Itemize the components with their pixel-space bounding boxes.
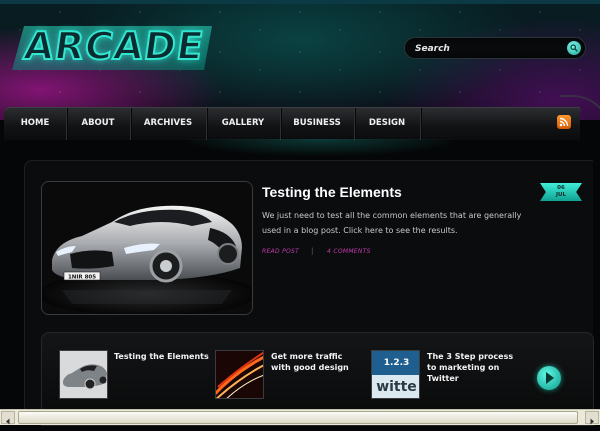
search-icon bbox=[570, 44, 578, 52]
date-day: 06 bbox=[557, 185, 565, 191]
light-trails-image bbox=[216, 351, 263, 398]
logo-text: ARCADE bbox=[20, 23, 208, 69]
comments-link[interactable]: 4 COMMENTS bbox=[327, 248, 371, 255]
scroll-right-icon bbox=[590, 418, 594, 425]
twitter-thumb-word: witte bbox=[372, 375, 419, 398]
date-badge: 06 JUL bbox=[540, 183, 582, 201]
read-post-link[interactable]: READ POST bbox=[262, 248, 299, 255]
search-button[interactable] bbox=[567, 41, 581, 55]
search-box bbox=[404, 37, 586, 59]
top-rule bbox=[0, 0, 600, 4]
rss-button[interactable] bbox=[557, 115, 571, 129]
slider-item-title[interactable]: Get more traffic with good design bbox=[271, 351, 363, 373]
rss-icon bbox=[559, 117, 569, 127]
date-month: JUL bbox=[555, 192, 567, 198]
nav-item-archives[interactable]: ARCHIVES bbox=[130, 108, 207, 140]
slider-item-title[interactable]: The 3 Step process to marketing on Twitt… bbox=[427, 351, 525, 384]
arrow-right-icon bbox=[546, 372, 554, 384]
scroll-left-icon bbox=[6, 418, 10, 425]
post-excerpt: We just need to test all the common elem… bbox=[262, 211, 522, 235]
search-input[interactable] bbox=[413, 40, 567, 58]
twitter-thumb-number: 1.2.3 bbox=[372, 351, 419, 375]
slider-thumb-car[interactable] bbox=[59, 350, 108, 399]
nav-item-business[interactable]: BUSINESS bbox=[280, 108, 355, 140]
slider-item-title[interactable]: Testing the Elements bbox=[114, 351, 209, 362]
meta-separator: | bbox=[311, 247, 314, 255]
scroll-left-button[interactable] bbox=[1, 411, 15, 425]
site-logo[interactable]: ARCADE bbox=[8, 18, 218, 78]
car-thumb-image bbox=[60, 351, 107, 398]
slider-next-button[interactable] bbox=[537, 366, 561, 390]
nav-item-design[interactable]: DESIGN bbox=[354, 108, 421, 140]
license-plate-text: 1NIR 805 bbox=[68, 275, 96, 281]
featured-image[interactable]: 1NIR 805 bbox=[41, 181, 253, 315]
post-title[interactable]: Testing the Elements bbox=[262, 184, 402, 200]
slider-thumb-traffic[interactable] bbox=[215, 350, 264, 399]
main-nav: HOME ABOUT ARCHIVES GALLERY BUSINESS DES… bbox=[4, 107, 580, 140]
car-image: 1NIR 805 bbox=[42, 182, 252, 314]
horizontal-scrollbar[interactable] bbox=[0, 409, 600, 425]
slider-thumb-twitter[interactable]: 1.2.3 witte bbox=[371, 350, 420, 399]
nav-item-home[interactable]: HOME bbox=[4, 108, 67, 140]
scrollbar-thumb[interactable] bbox=[18, 411, 578, 424]
scroll-right-button[interactable] bbox=[585, 411, 599, 425]
nav-item-gallery[interactable]: GALLERY bbox=[206, 108, 281, 140]
nav-item-about[interactable]: ABOUT bbox=[66, 108, 131, 140]
